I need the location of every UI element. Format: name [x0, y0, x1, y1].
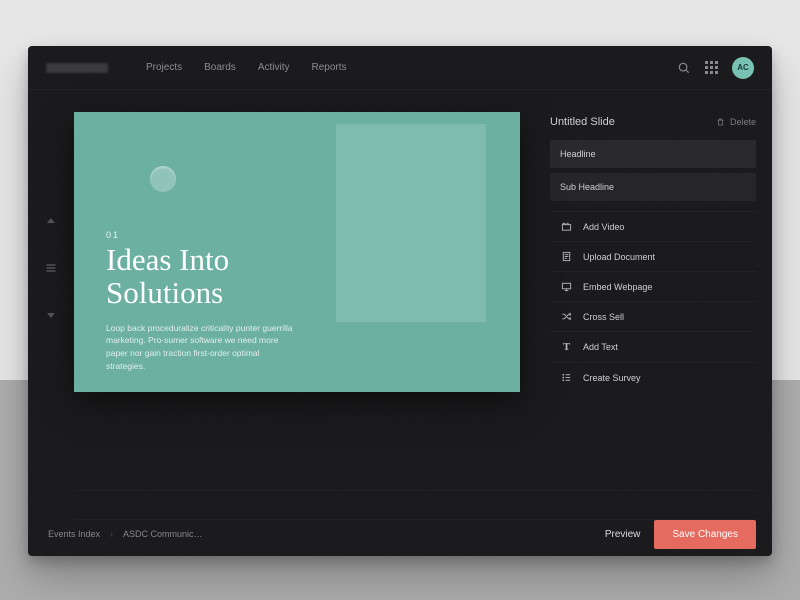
- preview-button[interactable]: Preview: [605, 529, 641, 540]
- shuffle-icon: [560, 311, 573, 322]
- delete-label: Delete: [730, 117, 756, 127]
- action-label: Add Text: [583, 342, 618, 352]
- nav-boards[interactable]: Boards: [204, 62, 236, 73]
- action-label: Upload Document: [583, 252, 655, 262]
- action-add-text[interactable]: T Add Text: [550, 331, 756, 362]
- logo: [46, 63, 108, 73]
- text-icon: T: [560, 341, 573, 353]
- action-label: Add Video: [583, 222, 624, 232]
- slide-actions: Add Video Upload Document Embed Webpage …: [550, 211, 756, 392]
- subheadline-field[interactable]: Sub Headline: [550, 173, 756, 201]
- action-add-video[interactable]: Add Video: [550, 211, 756, 241]
- slide-body: 01 Ideas Into Solutions Loop back proced…: [106, 230, 300, 373]
- action-cross-sell[interactable]: Cross Sell: [550, 301, 756, 331]
- slide-list-button[interactable]: [44, 261, 58, 279]
- delete-button[interactable]: Delete: [716, 117, 756, 127]
- action-label: Embed Webpage: [583, 282, 652, 292]
- list-icon: [560, 372, 573, 383]
- slide-image-block[interactable]: [336, 124, 486, 322]
- monitor-icon: [560, 281, 573, 292]
- bottom-bar: Events Index › ASDC Communic… Preview Sa…: [28, 512, 772, 556]
- document-icon: [560, 251, 573, 262]
- breadcrumb-root[interactable]: Events Index: [48, 529, 100, 539]
- slide-up-button[interactable]: [45, 215, 57, 233]
- trash-icon: [716, 117, 725, 127]
- properties-panel: Untitled Slide Delete Headline Sub Headl…: [528, 90, 772, 480]
- action-label: Create Survey: [583, 373, 641, 383]
- breadcrumb-current[interactable]: ASDC Communic…: [123, 529, 203, 539]
- slide-nav-gutter: [28, 60, 74, 480]
- headline-field[interactable]: Headline: [550, 140, 756, 168]
- slide-description[interactable]: Loop back proceduralize criticality punt…: [106, 322, 300, 373]
- main-nav: Projects Boards Activity Reports: [146, 62, 347, 73]
- slide-down-button[interactable]: [45, 307, 57, 325]
- save-button[interactable]: Save Changes: [654, 520, 756, 549]
- nav-reports[interactable]: Reports: [311, 62, 346, 73]
- search-icon[interactable]: [677, 61, 691, 75]
- slide-headline[interactable]: Ideas Into Solutions: [106, 244, 300, 310]
- slide-orb-decoration: [150, 166, 176, 192]
- nav-activity[interactable]: Activity: [258, 62, 290, 73]
- main-area: 01 Ideas Into Solutions Loop back proced…: [28, 90, 772, 480]
- topbar: Projects Boards Activity Reports AC: [28, 46, 772, 90]
- slide-canvas[interactable]: 01 Ideas Into Solutions Loop back proced…: [74, 112, 520, 392]
- action-upload-document[interactable]: Upload Document: [550, 241, 756, 271]
- chevron-right-icon: ›: [110, 529, 113, 539]
- canvas-wrap: 01 Ideas Into Solutions Loop back proced…: [74, 90, 528, 480]
- apps-grid-icon[interactable]: [705, 61, 718, 74]
- video-icon: [560, 221, 573, 232]
- action-label: Cross Sell: [583, 312, 624, 322]
- action-embed-webpage[interactable]: Embed Webpage: [550, 271, 756, 301]
- breadcrumb: Events Index › ASDC Communic…: [48, 529, 203, 539]
- action-create-survey[interactable]: Create Survey: [550, 362, 756, 392]
- avatar[interactable]: AC: [732, 57, 754, 79]
- nav-projects[interactable]: Projects: [146, 62, 182, 73]
- app-window: Projects Boards Activity Reports AC: [28, 46, 772, 556]
- panel-title: Untitled Slide: [550, 116, 615, 128]
- slide-number: 01: [106, 230, 300, 240]
